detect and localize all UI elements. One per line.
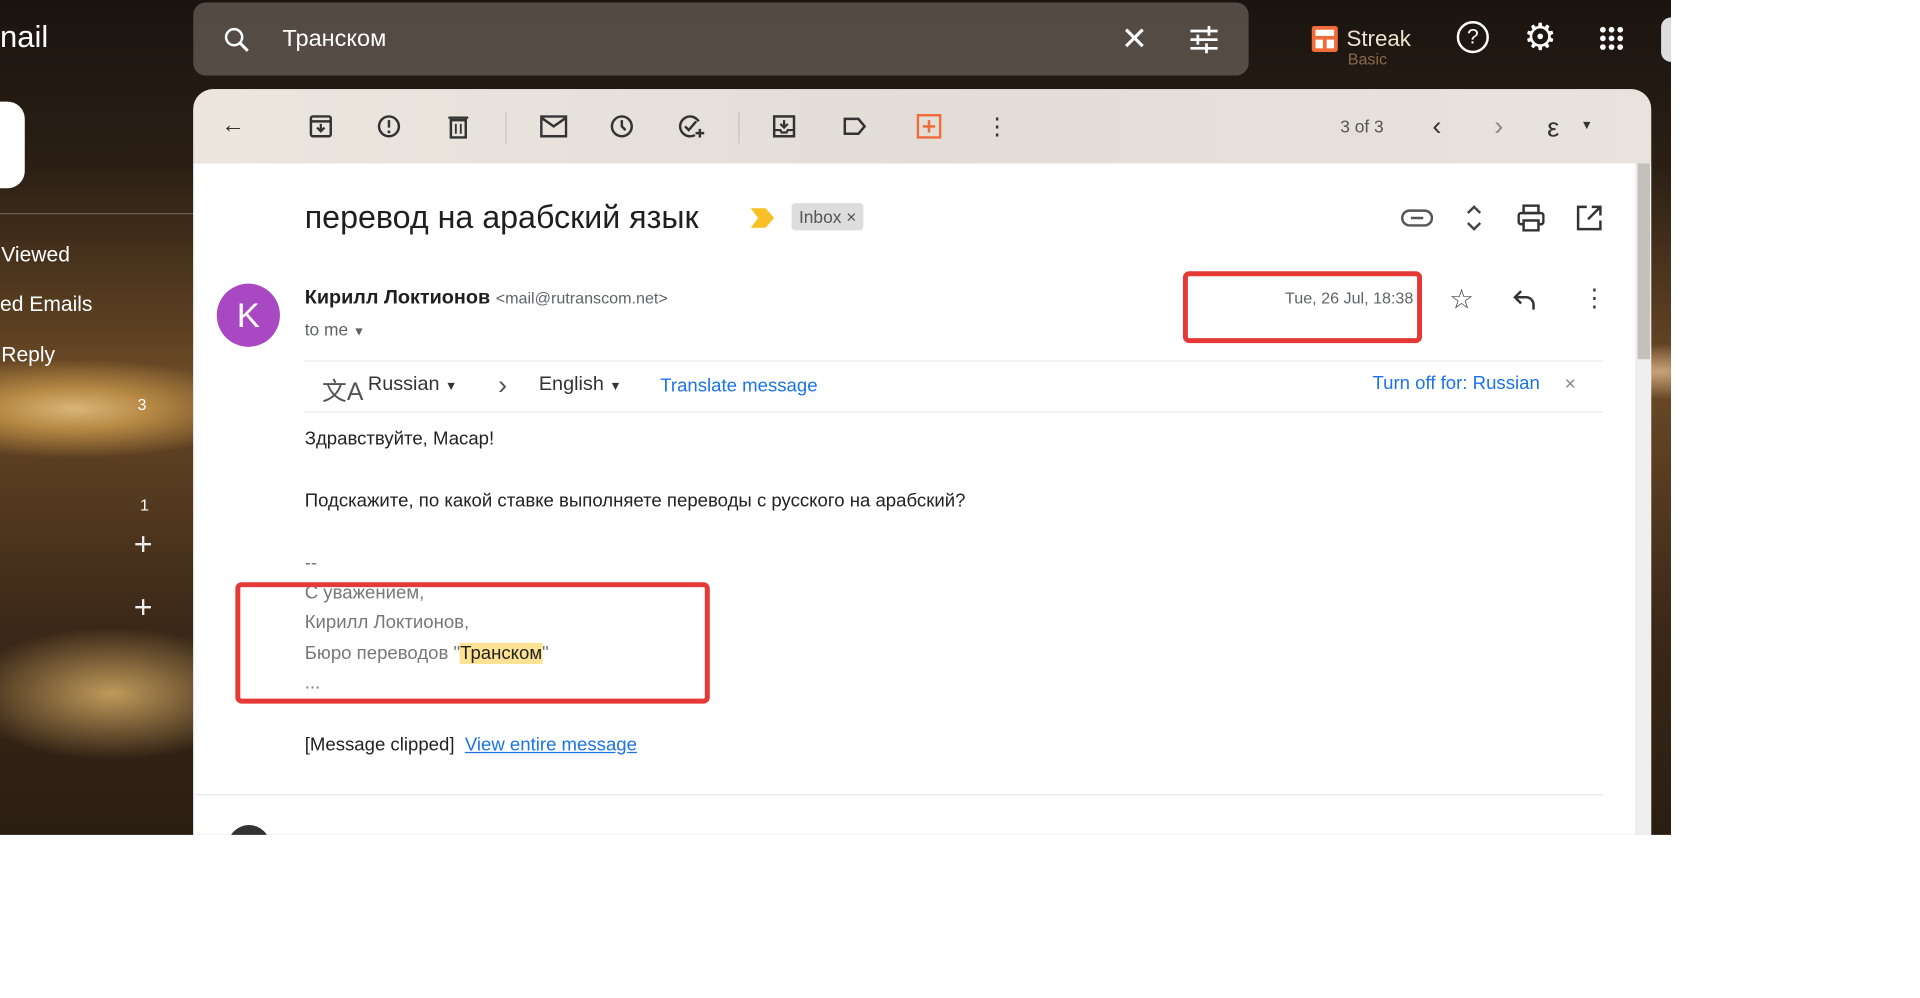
search-bar[interactable]: Транском ✕	[193, 2, 1249, 76]
sidebar-item-viewed[interactable]: Viewed	[1, 243, 70, 268]
translate-icon: 文A	[322, 379, 364, 407]
open-new-window-icon[interactable]	[1576, 204, 1603, 231]
clipped-text: [Message clipped]	[304, 734, 455, 756]
older-chevron-icon[interactable]: ›	[1484, 110, 1514, 141]
input-tools-icon[interactable]: ε	[1547, 111, 1559, 143]
pagination-count: 3 of 3	[1340, 116, 1384, 137]
target-language: English	[538, 374, 604, 396]
sender-name[interactable]: Кирилл Локтионов	[305, 287, 490, 308]
delete-icon[interactable]	[443, 111, 473, 141]
report-spam-icon[interactable]	[374, 111, 404, 141]
thread-subject: перевод на арабский язык	[304, 198, 699, 236]
gmail-logo: nail	[0, 19, 49, 55]
target-language-select[interactable]: English ▼	[539, 374, 622, 396]
important-marker-icon[interactable]	[750, 208, 776, 228]
search-options-icon[interactable]	[1188, 25, 1220, 55]
turn-off-translate-link[interactable]: Turn off for: Russian	[1372, 373, 1539, 394]
mark-unread-icon[interactable]	[539, 111, 569, 141]
toolbar-divider	[738, 111, 740, 144]
sidebar-count: 3	[137, 395, 147, 414]
star-icon[interactable]: ☆	[1449, 286, 1473, 313]
recipient-label: to me	[304, 319, 349, 340]
inbox-label-chip[interactable]: Inbox ×	[791, 203, 864, 231]
snooze-clock-icon[interactable]	[607, 111, 637, 141]
dropdown-icon: ▼	[445, 380, 458, 394]
divider	[304, 411, 1603, 413]
annotation-box-signature	[235, 582, 710, 704]
signature-separator: --	[304, 552, 318, 574]
arrow-right-icon: ›	[497, 369, 508, 401]
streak-plan: Basic	[1347, 49, 1388, 69]
link-icon[interactable]	[1400, 208, 1434, 228]
settings-gear-icon[interactable]: ⚙	[1524, 16, 1557, 59]
translate-message-link[interactable]: Translate message	[660, 375, 817, 396]
apps-grid-icon[interactable]	[1599, 26, 1624, 51]
toolbar-divider	[505, 111, 507, 144]
help-icon[interactable]: ?	[1456, 21, 1489, 54]
source-language: Russian	[367, 374, 440, 396]
move-to-icon[interactable]	[769, 111, 799, 141]
search-icon[interactable]	[223, 26, 250, 53]
sender-line: Кирилл Локтионов <mail@rutranscom.net>	[305, 287, 668, 309]
back-icon[interactable]: ←	[218, 111, 248, 141]
clipped-notice: [Message clipped] View entire message	[305, 735, 637, 756]
scrollbar[interactable]	[1635, 163, 1652, 835]
newer-chevron-icon[interactable]: ‹	[1422, 110, 1452, 141]
body-question: Подскажите, по какой ставке выполняете п…	[304, 490, 966, 512]
divider	[193, 794, 1603, 796]
account-avatar[interactable]	[1661, 17, 1672, 62]
archive-icon[interactable]	[306, 111, 336, 141]
sidebar-count: 1	[139, 495, 149, 515]
next-message-avatar[interactable]	[227, 824, 271, 835]
dropdown-icon: ▼	[609, 380, 622, 394]
recipient-details[interactable]: to me ▼	[305, 320, 365, 340]
sidebar-item-reply[interactable]: Reply	[1, 343, 55, 368]
add-icon[interactable]: +	[134, 525, 153, 563]
expand-all-icon[interactable]	[1465, 203, 1482, 233]
message-panel: ← ⋮ 3 of 3 ‹ › ε ▼ перевод на арабский я…	[193, 89, 1652, 835]
source-language-select[interactable]: Russian ▼	[368, 374, 457, 396]
close-translate-icon[interactable]: ×	[1564, 374, 1576, 396]
streak-logo-icon[interactable]	[1311, 26, 1338, 53]
body-greeting: Здравствуйте, Масар!	[304, 428, 495, 450]
sidebar-item-emails[interactable]: ed Emails	[0, 292, 92, 317]
divider	[304, 360, 1603, 362]
remove-label-icon[interactable]: ×	[846, 207, 856, 227]
compose-button[interactable]	[0, 101, 25, 189]
label-chip-text: Inbox	[798, 206, 842, 227]
search-input[interactable]: Транском	[282, 26, 386, 53]
view-entire-message-link[interactable]: View entire message	[465, 735, 637, 756]
scrollbar-thumb[interactable]	[1637, 163, 1650, 360]
sender-avatar[interactable]: K	[216, 283, 280, 347]
clear-search-icon[interactable]: ✕	[1121, 20, 1148, 58]
add-icon[interactable]: +	[134, 588, 153, 626]
message-more-icon[interactable]: ⋮	[1582, 286, 1607, 311]
message-date: Tue, 26 Jul, 18:38	[1285, 288, 1414, 308]
more-options-icon[interactable]: ⋮	[982, 111, 1012, 141]
message-toolbar: ← ⋮ 3 of 3 ‹ › ε ▼	[193, 89, 1652, 164]
recipient-dropdown-icon[interactable]: ▼	[353, 326, 365, 340]
message-content: перевод на арабский язык Inbox × K Кирил…	[193, 163, 1652, 835]
input-tools-dropdown-icon[interactable]: ▼	[1581, 119, 1593, 133]
streak-add-icon[interactable]	[914, 111, 944, 141]
print-icon[interactable]	[1517, 204, 1545, 232]
sender-email: <mail@rutranscom.net>	[495, 288, 668, 308]
avatar-letter: K	[236, 296, 260, 335]
sidebar-divider	[0, 213, 194, 215]
streak-label[interactable]: Streak	[1346, 26, 1410, 52]
add-task-icon[interactable]	[676, 111, 706, 141]
label-icon[interactable]	[840, 111, 870, 141]
reply-icon[interactable]	[1512, 289, 1537, 311]
